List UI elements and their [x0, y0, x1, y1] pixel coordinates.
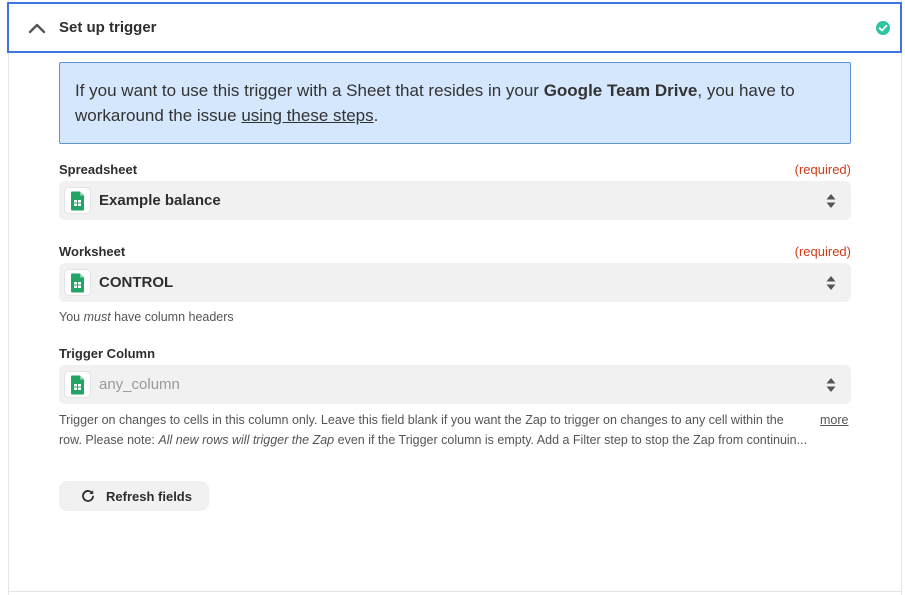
worksheet-value: CONTROL	[99, 274, 174, 291]
google-sheets-icon	[65, 270, 90, 295]
worksheet-label: Worksheet	[59, 244, 126, 259]
spreadsheet-value: Example balance	[99, 192, 221, 209]
trigger-help-line2: row. Please note: All new rows will trig…	[59, 430, 809, 450]
check-circle-icon	[876, 21, 890, 35]
notice-text-end: .	[373, 106, 379, 125]
refresh-fields-button[interactable]: Refresh fields	[59, 481, 209, 511]
divider	[8, 591, 902, 592]
refresh-icon	[82, 490, 94, 502]
more-link[interactable]: more	[820, 410, 848, 430]
chevron-up-icon[interactable]	[27, 18, 47, 38]
trigger-column-help: Trigger on changes to cells in this colu…	[59, 410, 809, 450]
trigger-help-line1: Trigger on changes to cells in this colu…	[59, 413, 784, 427]
worksheet-help: You must have column headers	[59, 310, 234, 324]
spreadsheet-label: Spreadsheet	[59, 162, 138, 177]
trigger-help-line2-end: even if the Trigger column is empty. Add…	[334, 433, 808, 447]
google-sheets-icon	[65, 188, 90, 213]
team-drive-notice: If you want to use this trigger with a S…	[59, 62, 851, 144]
section-header[interactable]: Set up trigger	[7, 2, 902, 53]
google-sheets-icon	[65, 372, 90, 397]
worksheet-help-emphasis: must	[83, 310, 111, 324]
select-arrows-icon	[826, 378, 836, 392]
refresh-fields-label: Refresh fields	[106, 489, 192, 504]
notice-bold: Google Team Drive	[543, 81, 698, 100]
notice-text: If you want to use this trigger with a S…	[75, 81, 544, 100]
worksheet-help-text-end: have column headers	[110, 310, 234, 324]
worksheet-help-text: You	[59, 310, 84, 324]
trigger-column-label: Trigger Column	[59, 346, 156, 361]
trigger-column-select[interactable]: any_column	[59, 365, 851, 404]
spreadsheet-required: (required)	[794, 162, 851, 177]
select-arrows-icon	[826, 194, 836, 208]
select-arrows-icon	[826, 276, 836, 290]
trigger-help-line2-text: row. Please note:	[59, 433, 159, 447]
trigger-column-placeholder: any_column	[99, 376, 180, 393]
worksheet-required: (required)	[794, 244, 851, 259]
trigger-help-emphasis: All new rows will trigger the Zap	[158, 433, 335, 447]
worksheet-select[interactable]: CONTROL	[59, 263, 851, 302]
spreadsheet-select[interactable]: Example balance	[59, 181, 851, 220]
steps-link[interactable]: using these steps	[241, 106, 373, 125]
section-title: Set up trigger	[59, 19, 157, 36]
